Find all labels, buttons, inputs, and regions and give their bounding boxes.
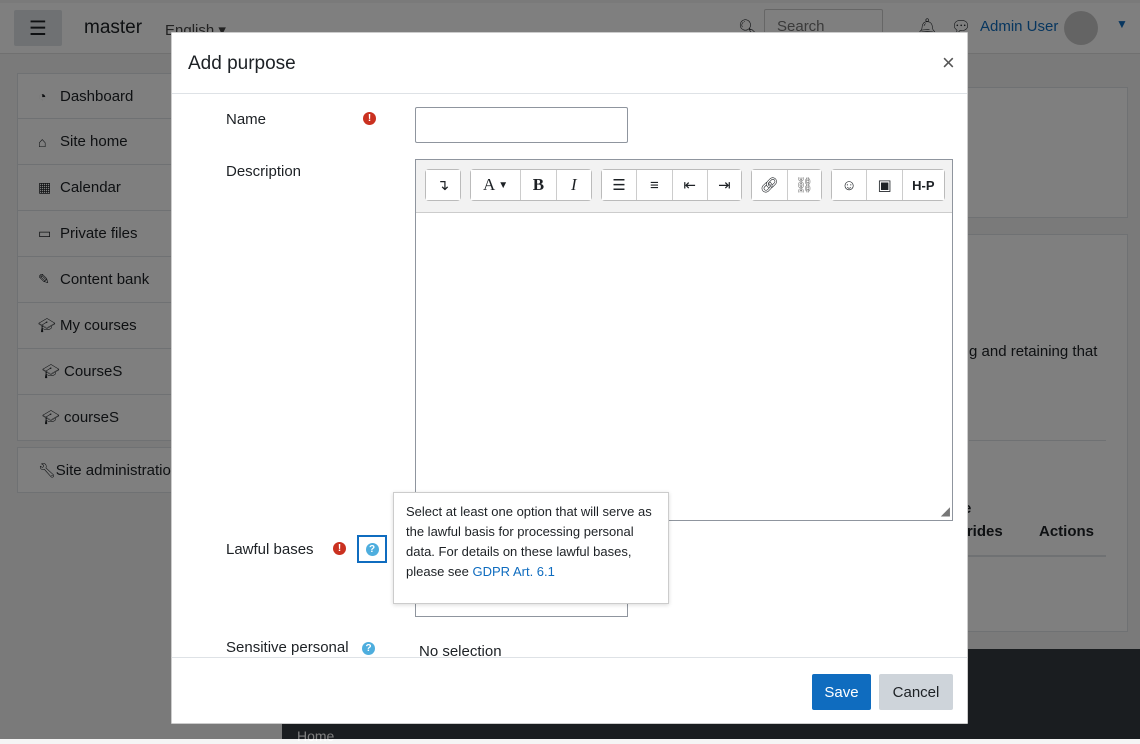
numbered-list-icon: ≡ (649, 176, 659, 194)
toolbar-group: ↴ (425, 169, 461, 201)
show-more-buttons-button[interactable]: ↴ (426, 170, 460, 200)
smiley-icon: ☺ (841, 176, 857, 194)
modal-header: Add purpose × (172, 33, 967, 94)
modal-body: Name ! Description ↴ A ▼ B I ☰ ≡ ⇤ ⇥ 🔗︎ … (172, 94, 967, 657)
gdpr-link[interactable]: GDPR Art. 6.1 (473, 564, 555, 579)
description-label: Description (226, 163, 302, 180)
bold-button[interactable]: B (521, 170, 557, 200)
indent-button[interactable]: ⇥ (707, 170, 742, 200)
italic-button[interactable]: I (556, 170, 592, 200)
unlink-icon: ⛓︎ (794, 177, 814, 194)
cancel-button[interactable]: Cancel (879, 674, 953, 710)
modal-title: Add purpose (188, 53, 296, 74)
add-purpose-modal: Add purpose × Name ! Description ↴ A▼ B (171, 32, 968, 724)
name-input[interactable] (415, 107, 628, 143)
collapse-toolbar-icon: ↴ (436, 177, 450, 194)
toolbar-group: A ▼ B I (470, 169, 592, 201)
no-selection-text: No selection (419, 643, 502, 657)
toolbar-group: ☺ ▣ H-P (831, 169, 945, 201)
ordered-list-button[interactable]: ≡ (637, 170, 673, 200)
required-icon: ! (333, 542, 346, 555)
h5p-button[interactable]: H-P (902, 170, 944, 200)
description-editor: ↴ A ▼ B I ☰ ≡ ⇤ ⇥ 🔗︎ ⛓︎ ☺ ▣ H-P ◢ (415, 159, 953, 521)
toolbar-group: ☰ ≡ ⇤ ⇥ (601, 169, 742, 201)
unordered-list-button[interactable]: ☰ (602, 170, 638, 200)
help-icon[interactable]: ? (362, 642, 375, 655)
modal-footer: Save Cancel (172, 657, 967, 724)
outdent-button[interactable]: ⇤ (672, 170, 708, 200)
editor-toolbar: ↴ A ▼ B I ☰ ≡ ⇤ ⇥ 🔗︎ ⛓︎ ☺ ▣ H-P (416, 160, 952, 213)
required-icon: ! (363, 112, 376, 125)
lawful-bases-label: Lawful bases (226, 541, 314, 558)
chevron-down-icon: ▼ (498, 179, 509, 191)
toolbar-group: 🔗︎ ⛓︎ (751, 169, 822, 201)
name-label: Name (226, 111, 267, 128)
outdent-icon: ⇤ (683, 177, 696, 194)
resize-handle-icon[interactable]: ◢ (941, 504, 950, 518)
sensitive-personal-label: Sensitive personal (226, 639, 349, 656)
lawful-bases-help-popover: Select at least one option that will ser… (393, 492, 669, 604)
paragraph-styles-button[interactable]: A ▼ (471, 170, 522, 200)
help-icon: ? (365, 542, 379, 556)
lawful-bases-help-button[interactable]: ? (357, 535, 387, 563)
bulleted-list-icon: ☰ (612, 177, 626, 194)
indent-icon: ⇥ (718, 177, 731, 194)
link-icon: 🔗︎ (759, 177, 779, 194)
image-button[interactable]: ▣ (867, 170, 903, 200)
save-button[interactable]: Save (812, 674, 871, 710)
link-button[interactable]: 🔗︎ (752, 170, 788, 200)
unlink-button[interactable]: ⛓︎ (787, 170, 821, 200)
emoticon-button[interactable]: ☺ (832, 170, 868, 200)
description-textarea[interactable] (416, 213, 952, 520)
close-button[interactable]: × (936, 49, 961, 77)
image-icon: ▣ (877, 177, 892, 194)
